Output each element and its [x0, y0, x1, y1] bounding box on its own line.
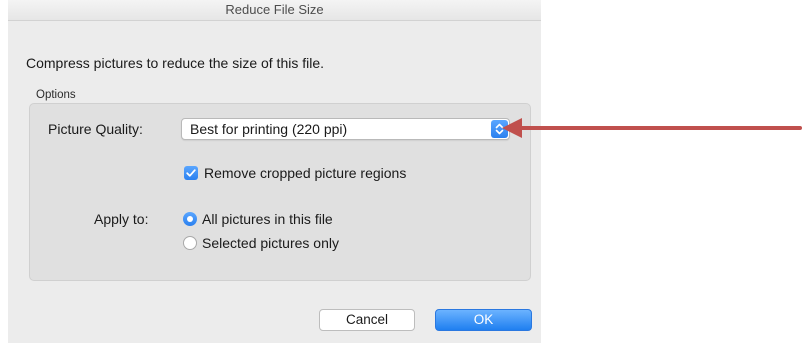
- picture-quality-value: Best for printing (220 ppi): [190, 121, 348, 137]
- picture-quality-popup[interactable]: Best for printing (220 ppi): [181, 118, 510, 140]
- annotation-arrow: [502, 118, 802, 138]
- intro-text: Compress pictures to reduce the size of …: [26, 55, 325, 71]
- picture-quality-label: Picture Quality:: [48, 121, 143, 137]
- apply-to-selected-radio[interactable]: [183, 236, 197, 250]
- apply-to-label: Apply to:: [94, 211, 149, 227]
- remove-cropped-label[interactable]: Remove cropped picture regions: [204, 165, 406, 181]
- window-title: Reduce File Size: [8, 0, 541, 21]
- options-group-label: Options: [36, 89, 76, 101]
- reduce-file-size-dialog: Reduce File Size Compress pictures to re…: [8, 0, 541, 343]
- apply-to-all-label[interactable]: All pictures in this file: [202, 211, 333, 227]
- apply-to-all-radio[interactable]: [183, 212, 197, 226]
- apply-to-selected-label[interactable]: Selected pictures only: [202, 235, 339, 251]
- ok-button[interactable]: OK: [435, 309, 532, 331]
- cancel-button[interactable]: Cancel: [319, 309, 415, 331]
- remove-cropped-checkbox[interactable]: [184, 166, 198, 180]
- checkmark-icon: [186, 169, 196, 177]
